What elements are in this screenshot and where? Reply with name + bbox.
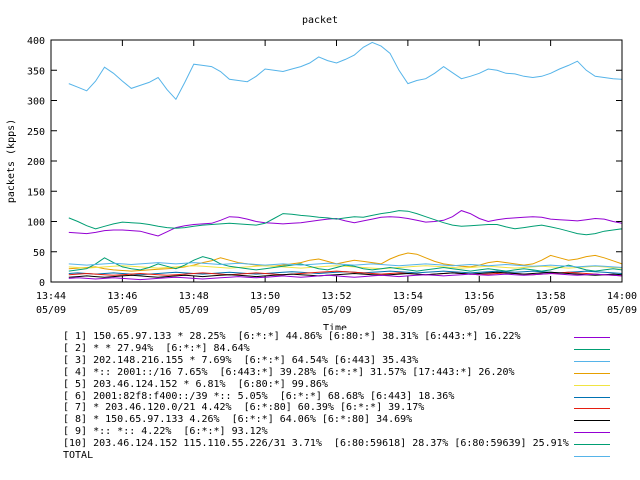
legend-swatch (574, 420, 610, 422)
legend-label: [ 8] * 150.65.97.133 4.26% [6:*:*] 64.06… (63, 414, 413, 426)
y-tick-label: 100 (27, 218, 45, 229)
x-tick-label: 13:56 (464, 291, 494, 302)
series-line-7 (68, 270, 623, 281)
x-tick-label: 13:52 (321, 291, 351, 302)
legend-swatch (574, 372, 610, 374)
legend-entry: [ 2] * * 27.94% [6:*:*] 84.64% (63, 343, 633, 355)
legend-swatch (574, 444, 610, 446)
legend-entry: [ 6] 2001:82f8:f400::/39 *:: 5.05% [6:*:… (63, 391, 633, 403)
x-axis-label: Time (323, 323, 347, 330)
legend-swatch (574, 348, 610, 350)
plot-frame (50, 39, 623, 283)
legend-entry: [10] 203.46.124.152 115.110.55.226/31 3.… (63, 438, 633, 450)
x-tick-label: 13:58 (536, 291, 566, 302)
x-tick-date: 05/09 (393, 305, 423, 316)
legend-entry: [ 9] *:: *:: 4.22% [6:*:*] 93.12% (63, 426, 633, 438)
x-tick-date: 05/09 (321, 305, 351, 316)
y-tick-label: 300 (27, 97, 45, 108)
legend-label: [ 7] * 203.46.120.0/21 4.42% [6:*:80] 60… (63, 402, 425, 414)
legend-entry: TOTAL (63, 450, 633, 462)
y-axis-label: packets (kpps) (6, 119, 17, 203)
y-tick-label: 50 (33, 248, 45, 259)
x-tick-label: 14:00 (607, 291, 637, 302)
x-tick-label: 13:50 (250, 291, 280, 302)
x-tick-date: 05/09 (36, 305, 66, 316)
x-tick-date: 05/09 (179, 305, 209, 316)
y-tick-label: 400 (27, 36, 45, 47)
x-tick-label: 13:46 (107, 291, 137, 302)
x-tick-date: 05/09 (107, 305, 137, 316)
legend-entry: [ 3] 202.148.216.155 * 7.69% [6:*:*] 64.… (63, 355, 633, 367)
legend-label: TOTAL (63, 450, 94, 461)
legend-label: [ 2] * * 27.94% [6:*:*] 84.64% (63, 342, 250, 354)
legend-swatch (574, 384, 610, 386)
x-tick-date: 05/09 (464, 305, 494, 316)
x-tick-label: 13:48 (179, 291, 209, 302)
x-tick-date: 05/09 (536, 305, 566, 316)
x-tick-label: 13:54 (393, 291, 423, 302)
legend-label: [10] 203.46.124.152 115.110.55.226/31 3.… (63, 438, 569, 450)
legend-entry: [ 7] * 203.46.120.0/21 4.42% [6:*:80] 60… (63, 402, 633, 414)
legend-swatch (574, 360, 610, 362)
legend-swatch (574, 432, 610, 434)
legend-entry: [ 5] 203.46.124.152 * 6.81% [6:80:*] 99.… (63, 379, 633, 391)
y-tick-label: 250 (27, 127, 45, 138)
legend-label: [ 1] 150.65.97.133 * 28.25% [6:*:*] 44.8… (63, 331, 521, 342)
legend-label: [ 5] 203.46.124.152 * 6.81% [6:80:*] 99.… (63, 378, 328, 390)
y-tick-label: 200 (27, 157, 45, 168)
legend-label: [ 4] *:: 2001::/16 7.65% [6:443:*] 39.28… (63, 366, 515, 378)
y-tick-label: 150 (27, 187, 45, 198)
legend-entry: [ 1] 150.65.97.133 * 28.25% [6:*:*] 44.8… (63, 331, 633, 343)
legend-entry: [ 4] *:: 2001::/16 7.65% [6:443:*] 39.28… (63, 367, 633, 379)
x-tick-label: 13:44 (36, 291, 66, 302)
series-line-3 (68, 41, 623, 264)
legend-label: [ 9] *:: *:: 4.22% [6:*:*] 93.12% (63, 426, 268, 438)
legend-label: [ 6] 2001:82f8:f400::/39 *:: 5.05% [6:*:… (63, 390, 455, 402)
chart-title: packet (302, 15, 338, 26)
legend-label: [ 3] 202.148.216.155 * 7.69% [6:*:*] 64.… (63, 354, 419, 366)
y-tick-label: 0 (39, 278, 45, 289)
series-line-6 (68, 270, 623, 281)
legend-swatch (574, 456, 610, 457)
legend-swatch (574, 408, 610, 410)
x-tick-date: 05/09 (250, 305, 280, 316)
x-tick-date: 05/09 (607, 305, 637, 316)
y-tick-label: 350 (27, 66, 45, 77)
legend-swatch (574, 337, 610, 338)
legend-swatch (574, 396, 610, 398)
legend-entry: [ 8] * 150.65.97.133 4.26% [6:*:*] 64.06… (63, 414, 633, 426)
line-chart: packet Time packets (kpps) 0 50 100 150 200 250 3… (6, 15, 637, 330)
